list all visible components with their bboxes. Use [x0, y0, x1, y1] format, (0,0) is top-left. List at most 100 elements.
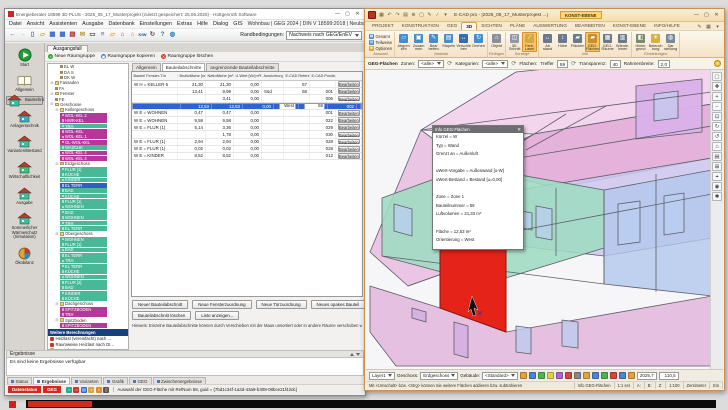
- open-icon[interactable]: ▱: [38, 30, 47, 40]
- doc-icon[interactable]: ▯: [103, 387, 109, 393]
- sidebar-item-anlagentechnik[interactable]: Anlagentechnik: [6, 106, 43, 131]
- ribbon-tab-pläne[interactable]: PLÄNE: [506, 22, 529, 30]
- room-chip[interactable]: KINDER: [60, 291, 107, 296]
- expander-icon[interactable]: ⊟: [50, 81, 54, 85]
- verschie-ben-button[interactable]: ↔Verschie ben: [456, 32, 471, 52]
- expander-icon[interactable]: ⊟: [55, 108, 59, 112]
- optionen-button[interactable]: ✱Optionen: [369, 46, 392, 51]
- layers-icon[interactable]: ▤: [712, 152, 722, 161]
- flag-icon[interactable]: [619, 372, 626, 379]
- settings-icon[interactable]: ✱: [712, 192, 722, 201]
- room-chip[interactable]: WOL-KEL 3: [60, 156, 107, 161]
- room-chip[interactable]: BAD: [60, 285, 107, 290]
- refresh-icon[interactable]: ⟳: [511, 60, 516, 67]
- room-chip[interactable]: TRH: [60, 312, 107, 317]
- table-row[interactable]: W E = KINDER8,528,520,00012Bearbeiten: [132, 153, 362, 160]
- save-icon[interactable]: ▦: [48, 30, 57, 40]
- tree-item-spitzboden[interactable]: SPITZBODEN: [48, 323, 128, 328]
- ribbon-tab-info-hilfe[interactable]: INFO/HILFE: [650, 22, 684, 30]
- room-chip[interactable]: EL TERR: [60, 264, 107, 269]
- refresh-icon[interactable]: ⟳: [447, 60, 452, 67]
- ab-stand-button[interactable]: ↔Ab stand: [540, 32, 555, 52]
- room-chip[interactable]: SPITZBODEN: [60, 307, 107, 312]
- column-header[interactable]: E-CAD Referenzen: [284, 74, 310, 78]
- pan-icon[interactable]: ✚: [712, 82, 722, 91]
- close-button[interactable]: ✕: [712, 12, 721, 18]
- light-icon[interactable]: [583, 372, 590, 379]
- dar-stellung-button[interactable]: ◍Dar stellung: [663, 32, 678, 52]
- room-chip[interactable]: GL-WOL-KEL: [60, 140, 107, 145]
- target-icon[interactable]: [628, 372, 635, 379]
- sun-icon[interactable]: [601, 372, 608, 379]
- column-header[interactable]: U-Wert [W/(m²K)]: [234, 74, 262, 78]
- referenz-value[interactable]: 59: [304, 104, 325, 109]
- rotate-icon[interactable]: ↻: [712, 122, 722, 131]
- sidebar-item-allgemein[interactable]: Allgemein: [6, 71, 43, 96]
- results-header[interactable]: Ergebnisse: [6, 350, 364, 358]
- room-tree[interactable]: EL WDA SDK W⊟FassadenFA⊟FensterFE⊟Gescho…: [47, 63, 129, 350]
- ribbon-tab-konst-ebene[interactable]: KONST-EBENE: [609, 22, 650, 30]
- select-icon[interactable]: ▢: [712, 72, 722, 81]
- bearbeiten-button[interactable]: Bearbeiten: [338, 139, 360, 145]
- neuer-bauteilabschnitt-button[interactable]: Neuer Bauteilabschnitt: [132, 300, 188, 309]
- variant-tab-ausgangsfall[interactable]: Ausgangsfall: [47, 45, 88, 52]
- room-chip[interactable]: FLUR [1]: [60, 242, 107, 247]
- menu-assistenten[interactable]: Assistenten: [49, 21, 77, 27]
- randbedingungen-select[interactable]: Nachweis nach GEG/EnEV: [286, 31, 362, 40]
- room-chip[interactable]: WOL-KEL 1: [60, 134, 107, 139]
- save-all-icon[interactable]: ▦: [58, 30, 67, 40]
- home-red-icon[interactable]: ⌂: [73, 387, 79, 393]
- farb-laser-button[interactable]: ∕Farb- Laser: [522, 32, 537, 52]
- expander-icon[interactable]: ⊟: [50, 102, 54, 106]
- ribbon-tab-3d[interactable]: 3D: [461, 22, 477, 30]
- bearbeiten-button[interactable]: Bearbeiten: [338, 117, 360, 123]
- close-button[interactable]: ✕: [353, 11, 362, 17]
- home-teal-icon[interactable]: ⌂: [66, 387, 72, 393]
- pie-icon[interactable]: ◐: [88, 387, 94, 393]
- bearbeiten-button[interactable]: Bearbeiten: [338, 110, 360, 116]
- hinter-grund-button[interactable]: ◧Hinter grund: [633, 32, 648, 52]
- bearbeiten-button[interactable]: Bearbeiten: [338, 146, 360, 152]
- sidebar-item-bautechnik[interactable]: Bautechnik: [6, 96, 43, 105]
- 3d-schnitt-button[interactable]: ◫3D- Schnitt: [507, 32, 522, 52]
- bearbeiten-button[interactable]: Bearbeiten: [338, 132, 360, 138]
- bear-beiten-button[interactable]: ✎Bear beiten: [426, 32, 441, 52]
- help-icon[interactable]: ?: [158, 30, 167, 40]
- raumgruppe-löschen-button[interactable]: ✕Raumgruppe löschen: [161, 54, 213, 59]
- coord-y-input[interactable]: 110,5: [659, 372, 679, 380]
- bottom-tab-geg[interactable]: GEG: [129, 377, 152, 384]
- room-chip[interactable]: BAD: [60, 248, 107, 253]
- column-header[interactable]: Bruttofläche [m²]: [178, 74, 206, 78]
- room-chip[interactable]: HWR-KEL: [60, 118, 107, 123]
- beleuch-tung-button[interactable]: ☀Beleuch tung: [648, 32, 663, 52]
- sidebar-item-sommerlicher-wärmeschutz-simulation[interactable]: Sommerlicher Wärmeschutz (Simulation): [6, 209, 43, 243]
- höhe-button[interactable]: ↕Höhe: [555, 32, 570, 52]
- room-chip[interactable]: KÜCHE: [60, 269, 107, 274]
- bottom-tab-status[interactable]: Status: [7, 377, 32, 384]
- pen-icon[interactable]: ✎: [696, 24, 703, 30]
- room-chip[interactable]: EL TERR: [60, 183, 107, 188]
- room-chip[interactable]: TRH: [60, 221, 107, 226]
- info-icon[interactable]: [529, 372, 536, 379]
- teilweise-button[interactable]: ▧Teilweise: [369, 40, 392, 45]
- abgren-zen-button[interactable]: ▱Abgren zen: [396, 32, 411, 52]
- transparenz-input[interactable]: 40: [610, 60, 621, 68]
- menu-datenbank[interactable]: Datenbank: [108, 21, 134, 27]
- status-badge-datenstatus[interactable]: Datenstatus: [8, 386, 41, 393]
- table-row[interactable]: 3,410,00006Bearbeiten: [132, 95, 362, 102]
- room-chip[interactable]: EL TERR: [60, 226, 107, 231]
- geg-flächen-button[interactable]: ▰GEG- Flächen: [585, 32, 600, 52]
- save-icon[interactable]: ▦: [378, 12, 385, 18]
- menu-gis[interactable]: GIS: [233, 21, 242, 27]
- room-chip[interactable]: BAD: [60, 188, 107, 193]
- zoom-fit-icon[interactable]: ⊡: [712, 112, 722, 121]
- sidebar-item-ausgabe[interactable]: Ausgabe: [6, 183, 43, 208]
- column-header[interactable]: Bauteil Fenster-Tür: [132, 74, 178, 78]
- undo-icon[interactable]: ↶: [386, 12, 393, 18]
- home-red-icon[interactable]: ⌂: [118, 30, 127, 40]
- bottom-tab-ergebnisse[interactable]: Ergebnisse: [33, 377, 70, 384]
- neue-fensterzuordnung-button[interactable]: Neue Fensterzuordnung: [192, 300, 251, 309]
- bearbeiten-button[interactable]: Bearbeiten: [338, 153, 360, 159]
- menu-dialog[interactable]: Dialog: [213, 21, 228, 27]
- flächen-button[interactable]: ▰Flächen: [570, 32, 585, 52]
